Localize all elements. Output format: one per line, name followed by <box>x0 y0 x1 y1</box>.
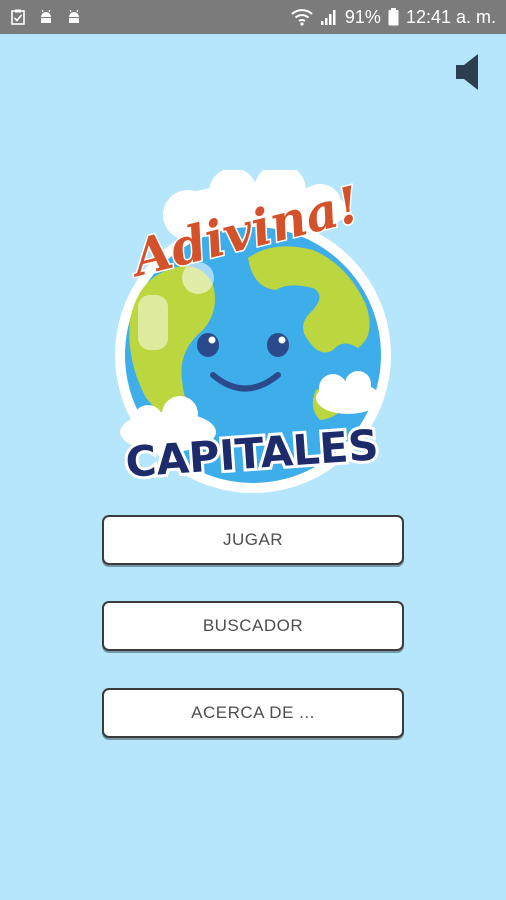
android-icon <box>41 9 51 23</box>
battery-percent: 91% <box>344 6 381 27</box>
globe-mascot-illustration: Adivina! CAPITALES <box>115 164 391 493</box>
sound-toggle-button[interactable] <box>450 50 486 94</box>
speaker-icon <box>456 54 478 90</box>
signal-icon <box>320 10 336 25</box>
notification-icons <box>10 9 82 25</box>
about-button-label: ACERCA DE ... <box>191 703 315 722</box>
status-bar: 91% 12:41 a. m. <box>0 0 506 34</box>
battery-icon <box>388 8 399 26</box>
clipboard-check-icon <box>11 9 25 25</box>
app-logo: Adivina! CAPITALES <box>108 164 398 500</box>
wifi-icon <box>291 9 313 26</box>
play-button[interactable]: JUGAR <box>102 515 404 565</box>
clock: 12:41 a. m. <box>405 6 496 27</box>
search-button-label: BUSCADOR <box>202 616 304 635</box>
android-icon <box>69 9 79 23</box>
about-button[interactable]: ACERCA DE ... <box>102 688 404 738</box>
system-status: 91% 12:41 a. m. <box>291 7 496 28</box>
search-button[interactable]: BUSCADOR <box>102 601 404 651</box>
play-button-label: JUGAR <box>222 530 284 549</box>
